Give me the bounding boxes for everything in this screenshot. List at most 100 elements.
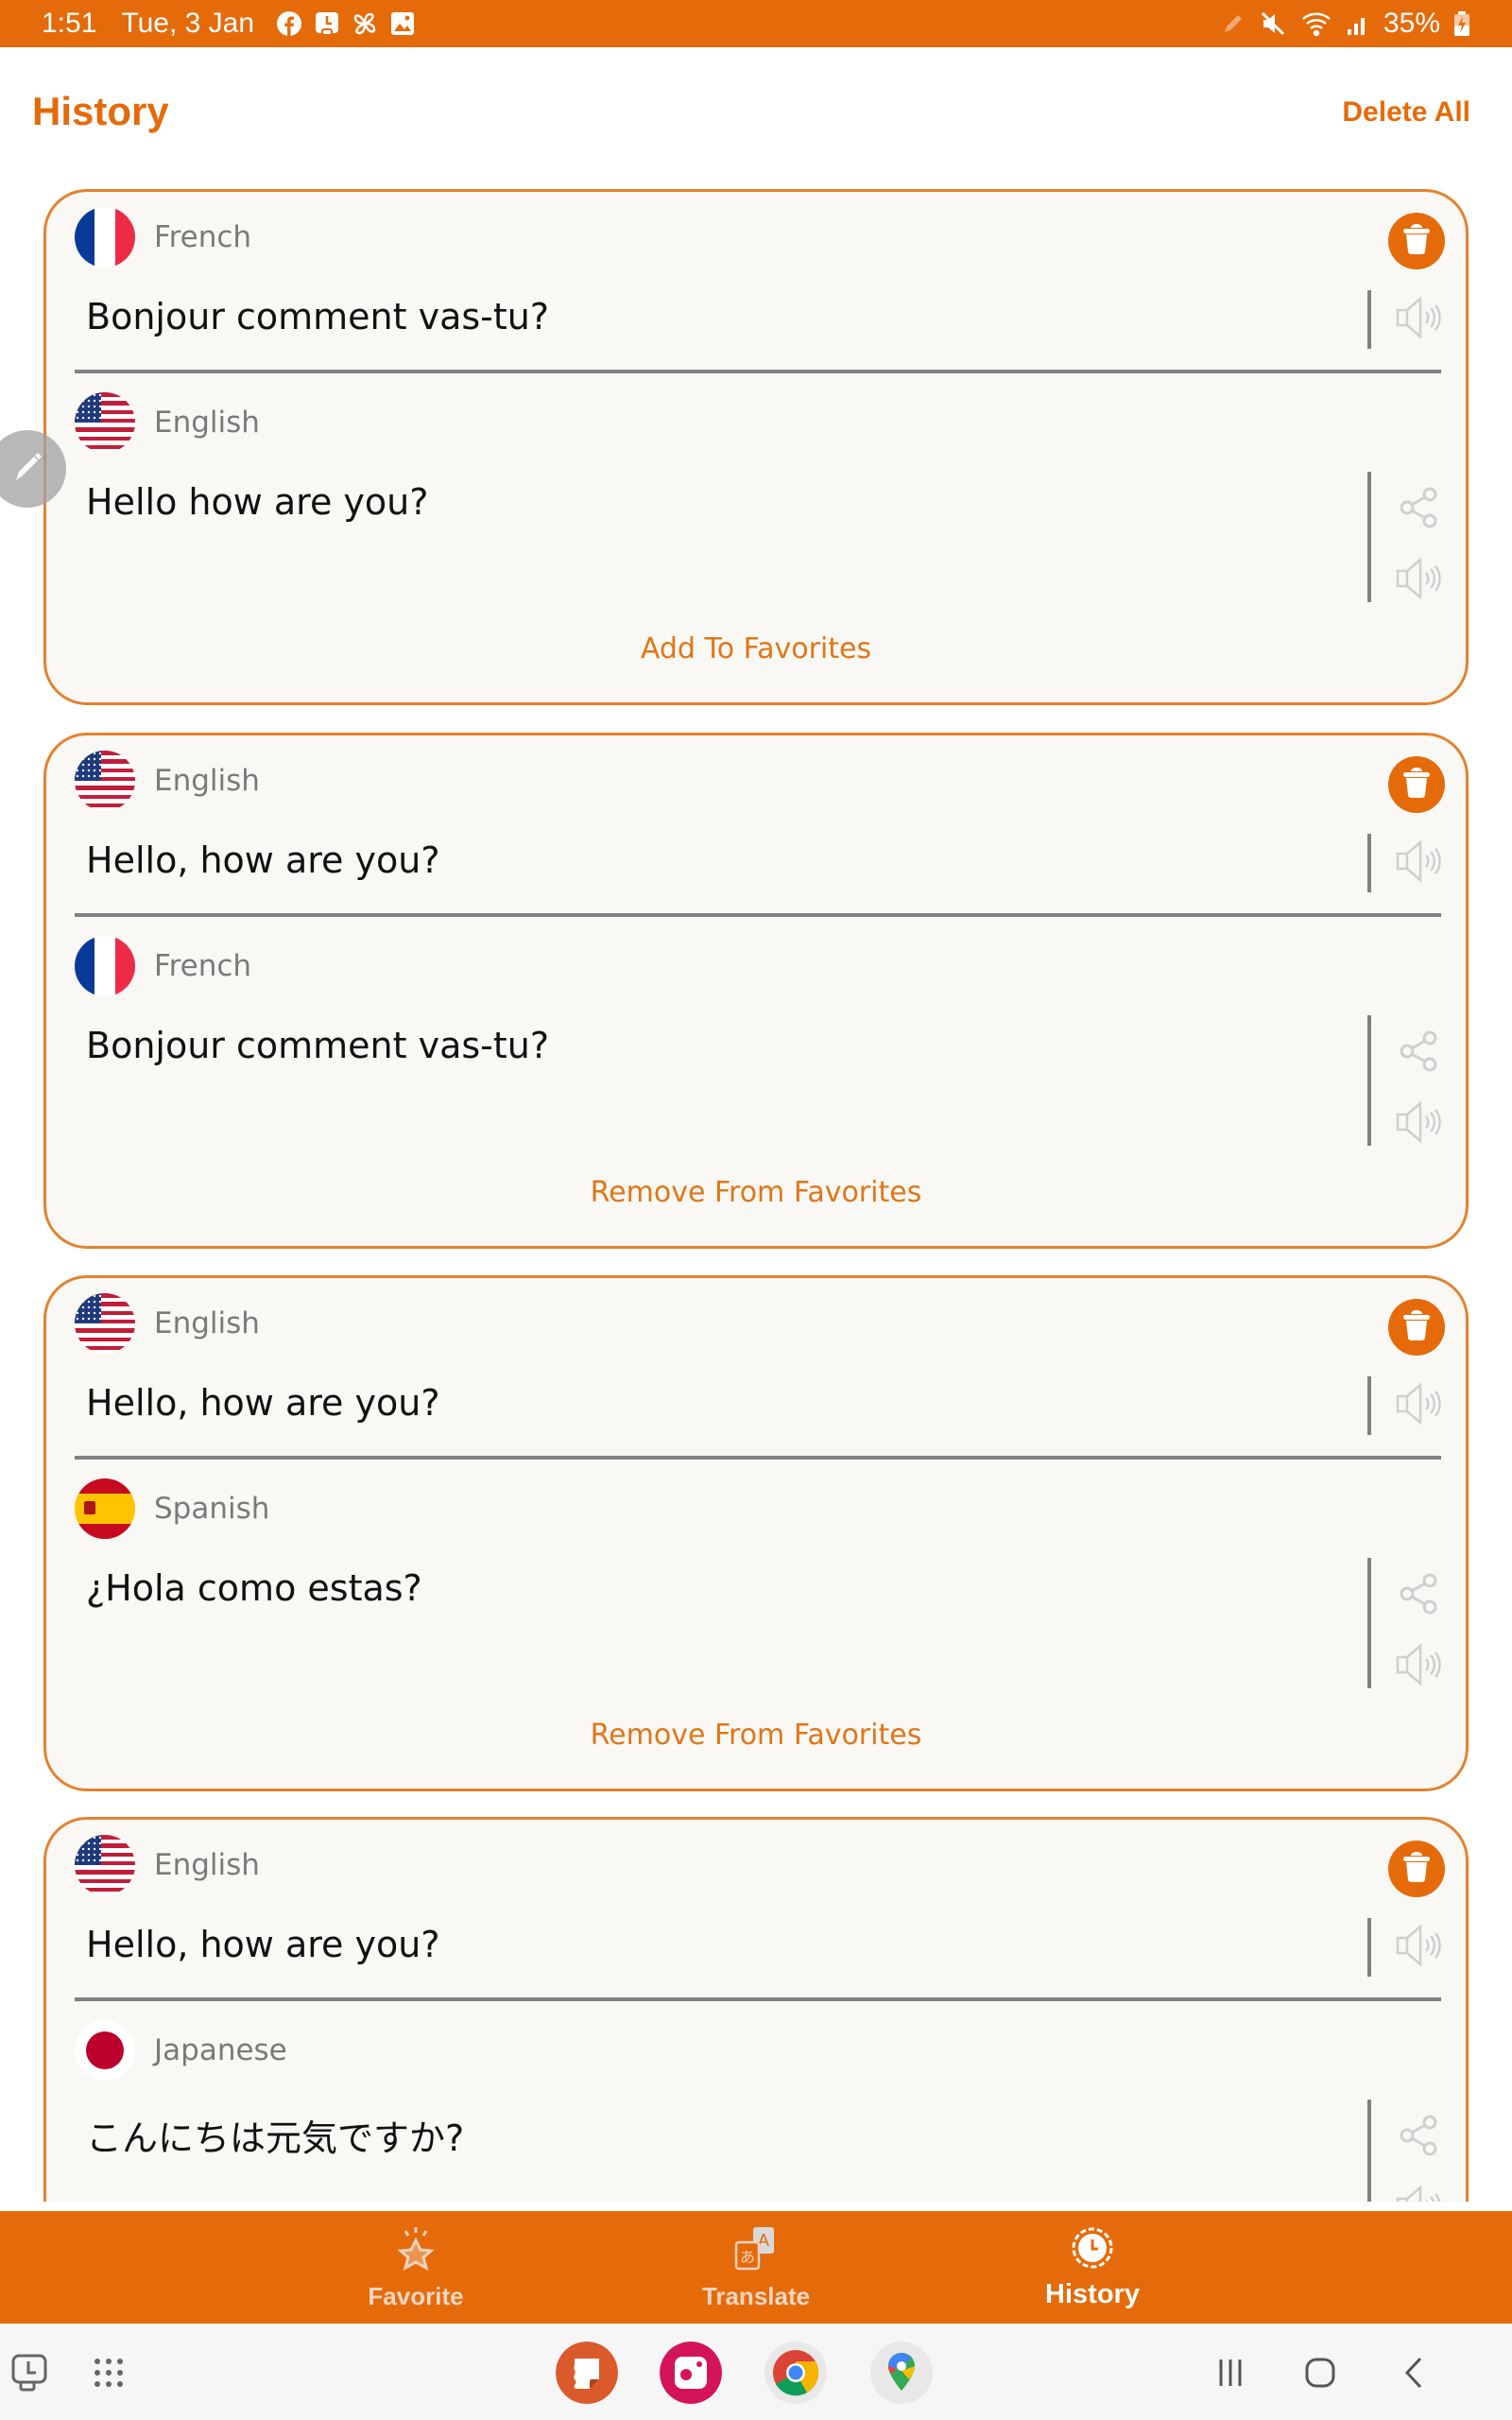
delete-entry-button[interactable]	[1388, 756, 1445, 813]
notification-icons	[275, 9, 417, 38]
camera-app-icon[interactable]	[659, 2342, 723, 2404]
pencil-icon	[9, 448, 46, 490]
notes-app-icon[interactable]	[555, 2342, 619, 2404]
tab-label: Translate	[701, 2282, 811, 2310]
favorite-toggle-link[interactable]: Remove From Favorites	[46, 1176, 1466, 1209]
speaker-icon	[1394, 554, 1443, 607]
target-language-name: English	[154, 406, 260, 440]
target-actions-separator	[1367, 1558, 1371, 1688]
share-button[interactable]	[1392, 2111, 1445, 2164]
flag-us-icon	[75, 1835, 135, 1895]
tab-translate[interactable]: Aあ Translate	[643, 2211, 869, 2324]
target-speak-button[interactable]	[1392, 1640, 1445, 1693]
source-language-name: English	[154, 1306, 260, 1340]
tab-history[interactable]: History	[979, 2211, 1206, 2324]
app-notification-icon	[313, 9, 341, 38]
gallery-icon	[388, 9, 417, 38]
target-language-name: French	[154, 949, 252, 983]
share-button[interactable]	[1392, 1027, 1445, 1080]
speaker-icon	[1394, 2182, 1443, 2202]
source-actions-separator	[1367, 834, 1371, 892]
share-icon	[1396, 2113, 1441, 2162]
delete-entry-button[interactable]	[1388, 213, 1445, 269]
source-language-name: English	[154, 764, 260, 798]
source-text: Hello, how are you?	[86, 839, 440, 881]
recents-icon[interactable]	[1210, 2344, 1251, 2401]
source-speak-button[interactable]	[1392, 1379, 1445, 1432]
pinwheel-icon	[351, 9, 379, 38]
tab-label: History	[1045, 2279, 1140, 2309]
svg-text:あ: あ	[740, 2248, 755, 2266]
tab-favorite[interactable]: Favorite	[302, 2211, 529, 2324]
chrome-app-icon[interactable]	[764, 2342, 828, 2404]
trash-icon	[1399, 1307, 1435, 1347]
target-actions-separator	[1367, 472, 1371, 602]
share-icon	[1396, 485, 1441, 534]
target-speak-button[interactable]	[1392, 554, 1445, 607]
target-language: English	[75, 391, 260, 454]
history-list[interactable]: French Bonjour comment vas-tu? English H…	[0, 184, 1512, 2202]
source-language: French	[75, 206, 251, 268]
pen-icon	[1221, 11, 1246, 36]
target-language: Japanese	[75, 2019, 287, 2082]
status-time: 1:51	[42, 8, 97, 39]
delete-all-button[interactable]: Delete All	[1342, 96, 1470, 129]
share-icon	[1396, 1571, 1441, 1620]
trash-icon	[1399, 1849, 1435, 1889]
source-language: English	[75, 1292, 260, 1355]
back-icon[interactable]	[1393, 2344, 1435, 2401]
source-actions-separator	[1367, 1918, 1371, 1977]
source-speak-button[interactable]	[1392, 1921, 1445, 1974]
speaker-icon	[1394, 293, 1443, 346]
source-actions-separator	[1367, 290, 1371, 349]
source-text: Hello, how are you?	[86, 1382, 440, 1424]
status-date: Tue, 3 Jan	[121, 8, 255, 39]
source-speak-button[interactable]	[1392, 837, 1445, 890]
tab-label: Favorite	[368, 2282, 464, 2310]
star-icon	[392, 2223, 439, 2278]
speaker-icon	[1394, 1640, 1443, 1693]
source-text: Hello, how are you?	[86, 1924, 440, 1965]
translated-text: こんにちは元気ですか?	[86, 2118, 465, 2159]
flag-es-icon	[75, 1478, 135, 1539]
source-language-name: English	[154, 1848, 260, 1882]
mute-icon	[1259, 9, 1287, 38]
share-icon	[1396, 1028, 1441, 1078]
trash-icon	[1399, 765, 1435, 804]
translate-icon: Aあ	[730, 2223, 782, 2278]
target-speak-button[interactable]	[1392, 1098, 1445, 1150]
screenshot-tool-icon[interactable]	[6, 2344, 55, 2401]
card-divider	[75, 1997, 1441, 2001]
source-text: Bonjour comment vas-tu?	[86, 296, 550, 337]
history-card: English Hello, how are you? French Bonjo…	[43, 733, 1469, 1249]
source-language-name: French	[154, 220, 252, 254]
source-language: English	[75, 750, 260, 812]
history-card: English Hello, how are you? Japanese こんに…	[43, 1817, 1469, 2202]
share-button[interactable]	[1392, 483, 1445, 536]
target-speak-button[interactable]	[1392, 2182, 1445, 2202]
source-speak-button[interactable]	[1392, 293, 1445, 346]
home-icon[interactable]	[1297, 2344, 1344, 2401]
favorite-toggle-link[interactable]: Add To Favorites	[46, 632, 1466, 666]
flag-fr-icon	[75, 207, 135, 268]
share-button[interactable]	[1392, 1569, 1445, 1622]
maps-app-icon[interactable]	[869, 2342, 934, 2404]
target-actions-separator	[1367, 1015, 1371, 1146]
card-divider	[75, 1456, 1441, 1460]
flag-us-icon	[75, 751, 135, 811]
flag-us-icon	[75, 392, 135, 453]
favorite-toggle-link[interactable]: Remove From Favorites	[46, 1719, 1466, 1752]
system-nav-bar	[0, 2324, 1512, 2420]
translated-text: Bonjour comment vas-tu?	[86, 1025, 550, 1066]
history-card: French Bonjour comment vas-tu? English H…	[43, 189, 1469, 705]
translated-text: ¿Hola como estas?	[86, 1567, 422, 1609]
delete-entry-button[interactable]	[1388, 1299, 1445, 1356]
wifi-icon	[1300, 9, 1332, 38]
delete-entry-button[interactable]	[1388, 1841, 1445, 1897]
app-drawer-icon[interactable]	[87, 2344, 130, 2401]
page-title: History	[32, 89, 169, 133]
bottom-tab-bar: Favorite Aあ Translate History	[0, 2211, 1512, 2324]
trash-icon	[1399, 221, 1435, 261]
source-language: English	[75, 1834, 260, 1896]
source-actions-separator	[1367, 1376, 1371, 1435]
